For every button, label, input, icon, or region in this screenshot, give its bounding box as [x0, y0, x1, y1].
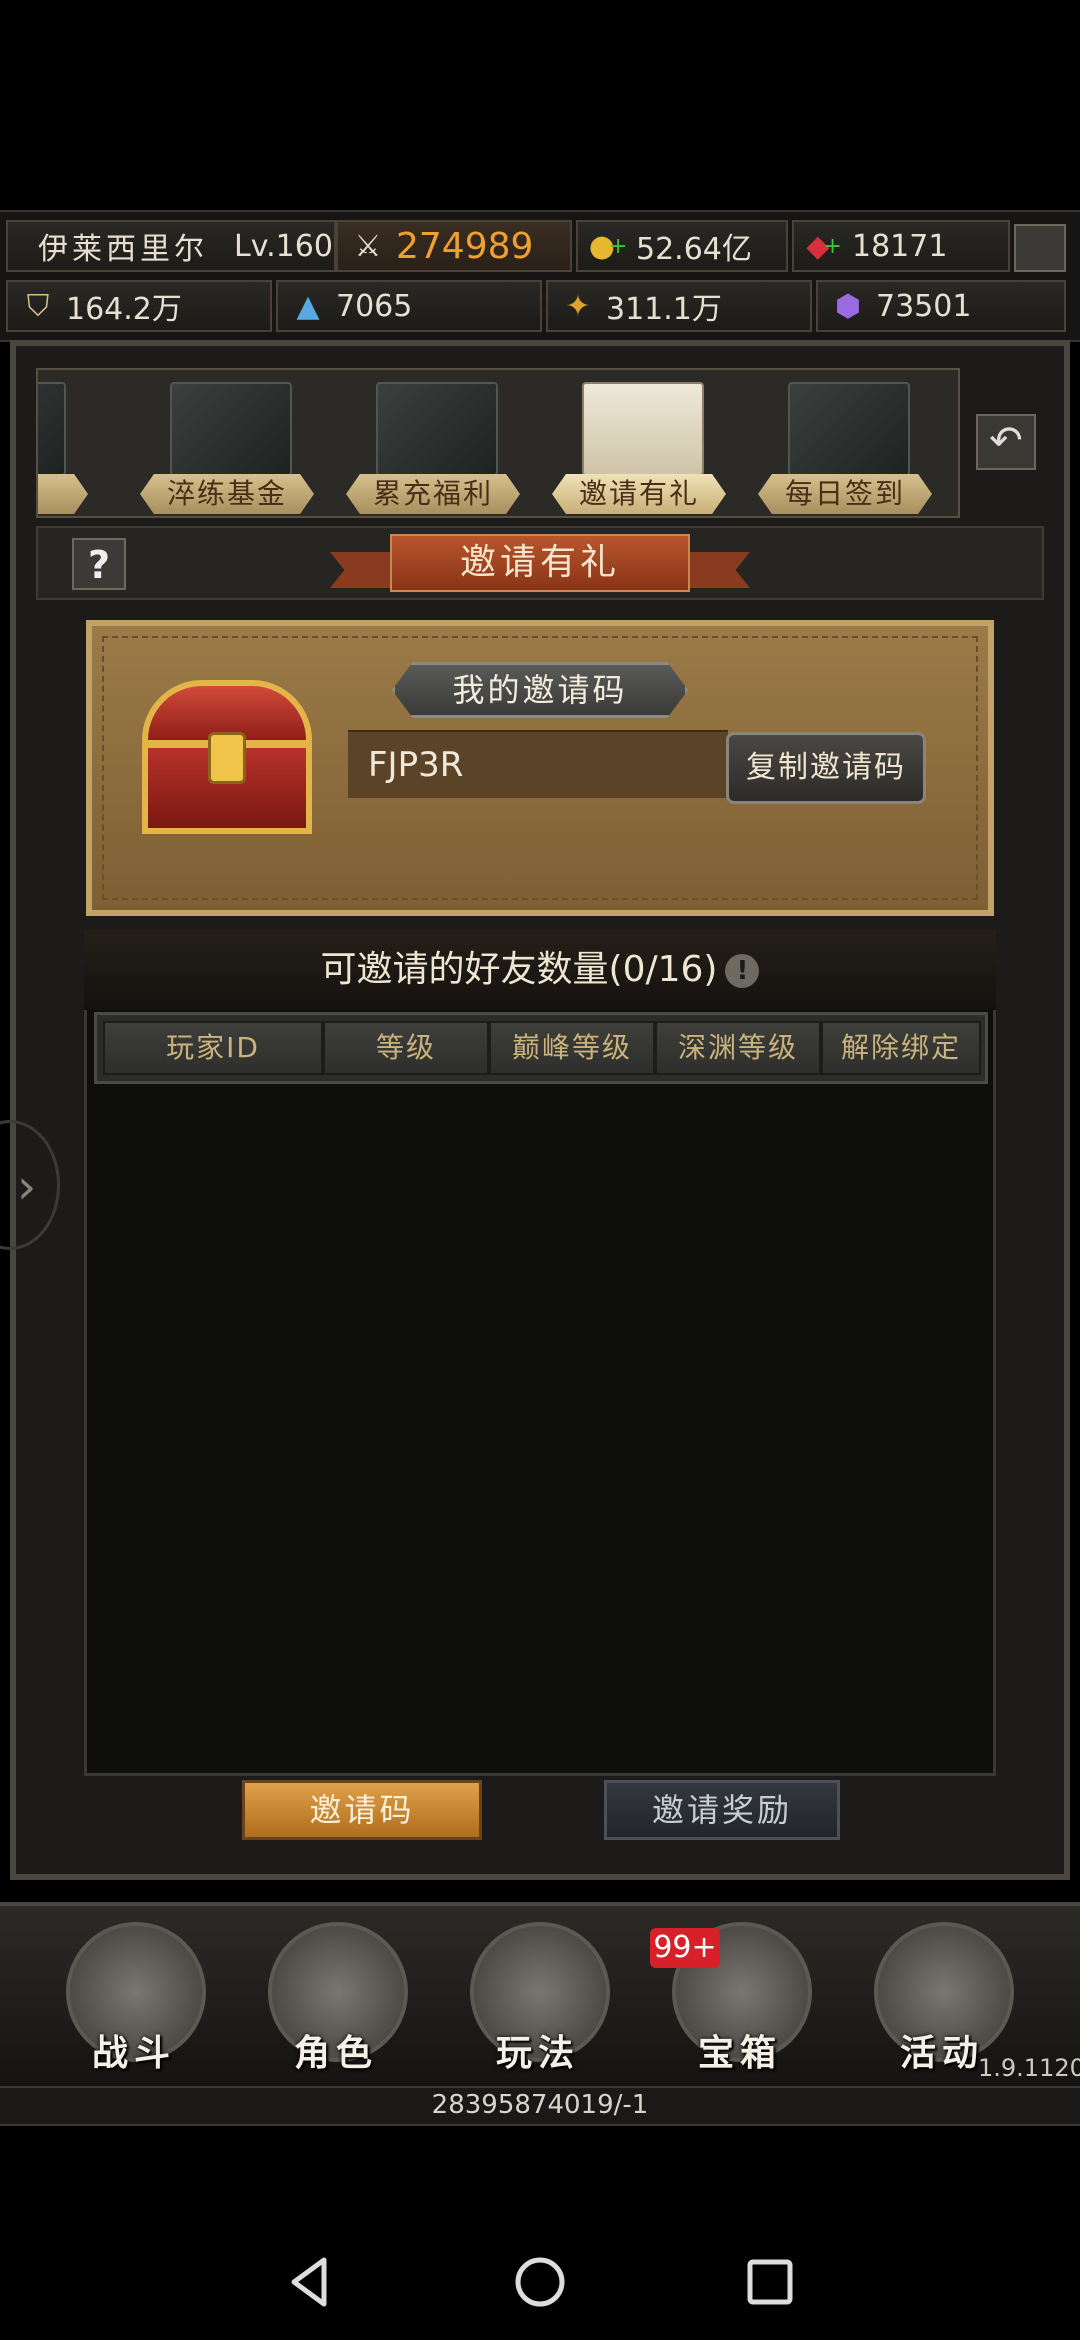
- column-header: 深渊等级: [655, 1021, 821, 1075]
- tab-daily-signin[interactable]: 每日签到: [752, 378, 938, 516]
- nav-label: 角色: [293, 2033, 378, 2074]
- my-invite-code-label: 我的邀请码: [392, 662, 688, 718]
- page-title: 邀请有礼: [390, 534, 690, 592]
- shield-resource-icon: ⛉: [26, 288, 50, 324]
- power-value: 274989: [396, 225, 534, 267]
- tab-label: 淬练基金: [140, 474, 314, 514]
- tab-label: 基金: [38, 474, 88, 514]
- combat-power: ⚔ 274989: [336, 220, 572, 272]
- book-icon: [376, 382, 498, 476]
- tab-recharge-bonus[interactable]: 累充福利: [340, 378, 526, 516]
- friends-count-text: 可邀请的好友数量(0/16): [320, 949, 718, 990]
- tab-fund[interactable]: 基金: [38, 378, 94, 516]
- tab-label: 累充福利: [346, 474, 520, 514]
- treasure-chest-icon: [134, 676, 320, 840]
- back-arrow-icon[interactable]: ↶: [976, 414, 1036, 470]
- home-icon[interactable]: [510, 2252, 570, 2312]
- book-icon: [788, 382, 910, 476]
- chest-lock: [208, 732, 246, 784]
- column-header: 玩家ID: [103, 1021, 323, 1075]
- resource-item: ⛉ 164.2万: [6, 280, 272, 332]
- column-header: 等级: [323, 1021, 489, 1075]
- resource-item: ⬢ 73501: [816, 280, 1066, 332]
- nav-battle[interactable]: 战斗: [44, 1914, 224, 2090]
- gold-coins-plus-icon: ● +: [588, 228, 628, 264]
- tab-label: 每日签到: [758, 474, 932, 514]
- player-level: Lv.160: [234, 228, 333, 264]
- star-emblem-icon: ✦: [565, 288, 591, 324]
- gold-value: 52.64亿: [636, 232, 752, 267]
- resource-value: 73501: [876, 288, 972, 324]
- info-icon[interactable]: !: [725, 954, 760, 988]
- back-icon[interactable]: [280, 2252, 340, 2312]
- copy-invite-code-button[interactable]: 复制邀请码: [726, 732, 926, 804]
- tab-strip: 基金 淬练基金 累充福利 邀请有礼 每日签到: [36, 368, 960, 518]
- menu-button[interactable]: [1014, 224, 1066, 272]
- tab-temper-fund[interactable]: 淬练基金: [134, 378, 320, 516]
- tab-label: 邀请有礼: [552, 474, 726, 514]
- open-book-icon: [582, 382, 704, 476]
- notification-badge: 99+: [650, 1928, 720, 1968]
- nav-label: 玩法: [495, 2033, 580, 2074]
- book-icon: [38, 382, 66, 476]
- chevron-right-icon: ›: [17, 1159, 37, 1215]
- nav-character[interactable]: 角色: [246, 1914, 426, 2090]
- resource-value: 311.1万: [606, 292, 722, 327]
- gem-value: 18171: [852, 228, 948, 264]
- player-info[interactable]: 伊莱西里尔 Lv.160: [6, 220, 336, 272]
- column-header: 巅峰等级: [489, 1021, 655, 1075]
- resource-value: 7065: [336, 288, 413, 324]
- red-gem-plus-icon: ◆ +: [806, 228, 842, 264]
- gem-counter[interactable]: ◆ + 18171: [792, 220, 1010, 272]
- purple-gem-icon: ⬢: [834, 288, 862, 324]
- player-name: 伊莱西里尔: [38, 232, 208, 267]
- tab-invite-gift[interactable]: 邀请有礼: [546, 378, 732, 516]
- resource-bar: 伊莱西里尔 Lv.160 ⚔ 274989 ● + 52.64亿 ◆ + 18171…: [0, 210, 1080, 342]
- resource-item: ▲ 7065: [276, 280, 542, 332]
- nav-label: 战斗: [91, 2033, 176, 2074]
- help-button[interactable]: ?: [72, 538, 126, 590]
- invite-reward-tab[interactable]: 邀请奖励: [604, 1780, 840, 1840]
- nav-label: 宝箱: [697, 2033, 782, 2074]
- invite-code-field: FJP3R: [348, 730, 728, 798]
- crossed-swords-icon: ⚔: [354, 228, 382, 264]
- friends-count-title: 可邀请的好友数量(0/16)!: [84, 940, 996, 992]
- crystal-icon: ▲: [296, 288, 320, 324]
- version-text: 1.9.1120: [978, 2054, 1080, 2082]
- nav-gameplay[interactable]: 玩法: [448, 1914, 628, 2090]
- recents-icon[interactable]: [740, 2252, 800, 2312]
- book-icon: [170, 382, 292, 476]
- invite-code-tab[interactable]: 邀请码: [242, 1780, 482, 1840]
- column-header: 解除绑定: [821, 1021, 981, 1075]
- table-header: 玩家ID 等级 巅峰等级 深渊等级 解除绑定: [94, 1012, 988, 1084]
- title-ribbon: 邀请有礼: [330, 534, 750, 592]
- user-id-text: 28395874019/-1: [431, 2090, 649, 2120]
- gold-counter[interactable]: ● + 52.64亿: [576, 220, 788, 272]
- resource-value: 164.2万: [66, 292, 182, 327]
- resource-item: ✦ 311.1万: [546, 280, 812, 332]
